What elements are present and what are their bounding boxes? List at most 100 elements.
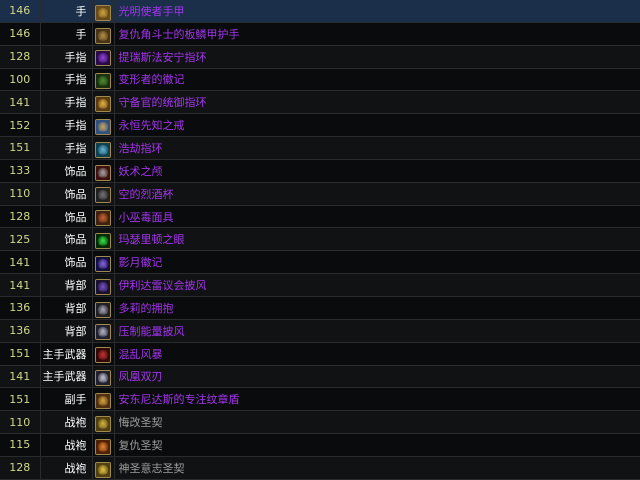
ring-purple-icon[interactable] (95, 50, 111, 67)
table-row[interactable]: 125 饰品 玛瑟里顿之眼 (0, 227, 640, 252)
moon-sigil-icon[interactable] (95, 255, 111, 272)
item-slot: 手指 (40, 136, 93, 160)
item-name-link[interactable]: 神圣意志圣契 (114, 456, 640, 480)
mug-icon[interactable] (95, 187, 111, 204)
item-name-link[interactable]: 变形者的徽记 (114, 68, 640, 92)
item-icon-cell (92, 136, 115, 160)
table-row[interactable]: 110 饰品 空的烈酒杯 (0, 182, 640, 206)
item-slot: 手指 (40, 90, 93, 115)
cloak-purple-icon[interactable] (95, 278, 111, 295)
table-row[interactable]: 141 手指 守备官的统御指环 (0, 90, 640, 115)
item-icon-cell (92, 182, 115, 206)
item-slot: 手指 (40, 68, 93, 92)
item-icon-cell (92, 296, 115, 320)
item-level: 136 (0, 319, 41, 343)
item-name-link[interactable]: 光明使者手甲 (114, 0, 640, 23)
item-level: 110 (0, 410, 41, 435)
item-name-link[interactable]: 影月徽记 (114, 250, 640, 275)
table-row[interactable]: 128 战袍 神圣意志圣契 (0, 456, 640, 480)
item-icon-cell (92, 22, 115, 46)
table-row[interactable]: 146 手光明使者手甲 (0, 0, 640, 23)
item-name-link[interactable]: 复仇角斗士的板鳞甲护手 (114, 22, 640, 46)
item-name-link[interactable]: 永恒先知之戒 (114, 113, 640, 138)
item-icon-cell (92, 456, 115, 480)
item-level: 146 (0, 0, 41, 23)
item-slot: 饰品 (40, 227, 93, 252)
skull-icon[interactable] (95, 164, 111, 181)
item-icon-cell (92, 113, 115, 138)
item-level: 128 (0, 45, 41, 69)
table-row[interactable]: 110 战袍 悔改圣契 (0, 410, 640, 435)
item-icon-cell (92, 227, 115, 252)
item-name-link[interactable]: 空的烈酒杯 (114, 182, 640, 206)
item-name-link[interactable]: 凤凰双刃 (114, 365, 640, 389)
item-name-link[interactable]: 伊利达雷议会披风 (114, 273, 640, 297)
item-name-link[interactable]: 复仇圣契 (114, 433, 640, 457)
table-row[interactable]: 115 战袍 复仇圣契 (0, 433, 640, 457)
table-row[interactable]: 152 手指 永恒先知之戒 (0, 113, 640, 138)
shield-icon[interactable] (95, 393, 111, 410)
blade-icon[interactable] (95, 370, 111, 387)
table-row[interactable]: 141 背部 伊利达雷议会披风 (0, 273, 640, 297)
item-icon-cell (92, 90, 115, 115)
item-name-link[interactable]: 浩劫指环 (114, 136, 640, 160)
item-level: 141 (0, 250, 41, 275)
item-icon-cell (92, 410, 115, 435)
table-row[interactable]: 141 饰品 影月徽记 (0, 250, 640, 275)
item-slot: 背部 (40, 296, 93, 320)
ring-gold-icon[interactable] (95, 96, 111, 113)
table-row[interactable]: 136 背部 压制能量披风 (0, 319, 640, 343)
item-icon-cell (92, 342, 115, 366)
item-level: 125 (0, 227, 41, 252)
table-row[interactable]: 136 背部 多莉的拥抱 (0, 296, 640, 320)
item-level: 146 (0, 22, 41, 46)
eye-orb-icon[interactable] (95, 233, 111, 250)
item-table: 146 手光明使者手甲 146 手复仇角斗士的板鳞甲护手 128 手指 提瑞斯法安宁指环 10… (0, 0, 640, 480)
cloak-grey-icon[interactable] (95, 301, 111, 318)
item-icon-cell (92, 319, 115, 343)
item-level: 128 (0, 205, 41, 229)
item-slot: 饰品 (40, 250, 93, 275)
item-name-link[interactable]: 悔改圣契 (114, 410, 640, 435)
item-level: 151 (0, 136, 41, 160)
item-icon-cell (92, 433, 115, 457)
ring-green-icon[interactable] (95, 73, 111, 90)
libram-icon[interactable] (95, 415, 111, 432)
item-name-link[interactable]: 守备官的统御指环 (114, 90, 640, 115)
table-row[interactable]: 146 手复仇角斗士的板鳞甲护手 (0, 22, 640, 46)
item-name-link[interactable]: 玛瑟里顿之眼 (114, 227, 640, 252)
table-row[interactable]: 141 主手武器 凤凰双刃 (0, 365, 640, 389)
item-name-link[interactable]: 压制能量披风 (114, 319, 640, 343)
item-name-link[interactable]: 安东尼达斯的专注纹章盾 (114, 387, 640, 412)
table-row[interactable]: 128 饰品 小巫毒面具 (0, 205, 640, 229)
axe-red-icon[interactable] (95, 347, 111, 364)
item-icon-cell (92, 273, 115, 297)
cloak-silver-icon[interactable] (95, 324, 111, 341)
item-level: 141 (0, 273, 41, 297)
table-row[interactable]: 133 饰品 妖术之颅 (0, 159, 640, 183)
item-slot: 主手武器 (40, 342, 93, 366)
item-name-link[interactable]: 小巫毒面具 (114, 205, 640, 229)
item-level: 151 (0, 387, 41, 412)
ring-cyan-icon[interactable] (95, 141, 111, 158)
ring-blue-icon[interactable] (95, 118, 111, 135)
libram-orange-icon[interactable] (95, 438, 111, 455)
item-name-link[interactable]: 混乱风暴 (114, 342, 640, 366)
item-slot: 战袍 (40, 456, 93, 480)
mask-icon[interactable] (95, 210, 111, 227)
table-row[interactable]: 128 手指 提瑞斯法安宁指环 (0, 45, 640, 69)
item-name-link[interactable]: 提瑞斯法安宁指环 (114, 45, 640, 69)
item-level: 128 (0, 456, 41, 480)
table-row[interactable]: 100 手指 变形者的徽记 (0, 68, 640, 92)
table-row[interactable]: 151 主手武器 混乱风暴 (0, 342, 640, 366)
item-level: 152 (0, 113, 41, 138)
item-name-link[interactable]: 多莉的拥抱 (114, 296, 640, 320)
item-icon-cell (92, 68, 115, 92)
item-name-link[interactable]: 妖术之颅 (114, 159, 640, 183)
libram-yellow-icon[interactable] (95, 461, 111, 478)
table-row[interactable]: 151 手指 浩劫指环 (0, 136, 640, 160)
item-level: 141 (0, 90, 41, 115)
gauntlet-bronze-icon[interactable] (95, 27, 111, 44)
gauntlet-gold-icon[interactable] (95, 4, 111, 21)
table-row[interactable]: 151 副手 安东尼达斯的专注纹章盾 (0, 387, 640, 412)
